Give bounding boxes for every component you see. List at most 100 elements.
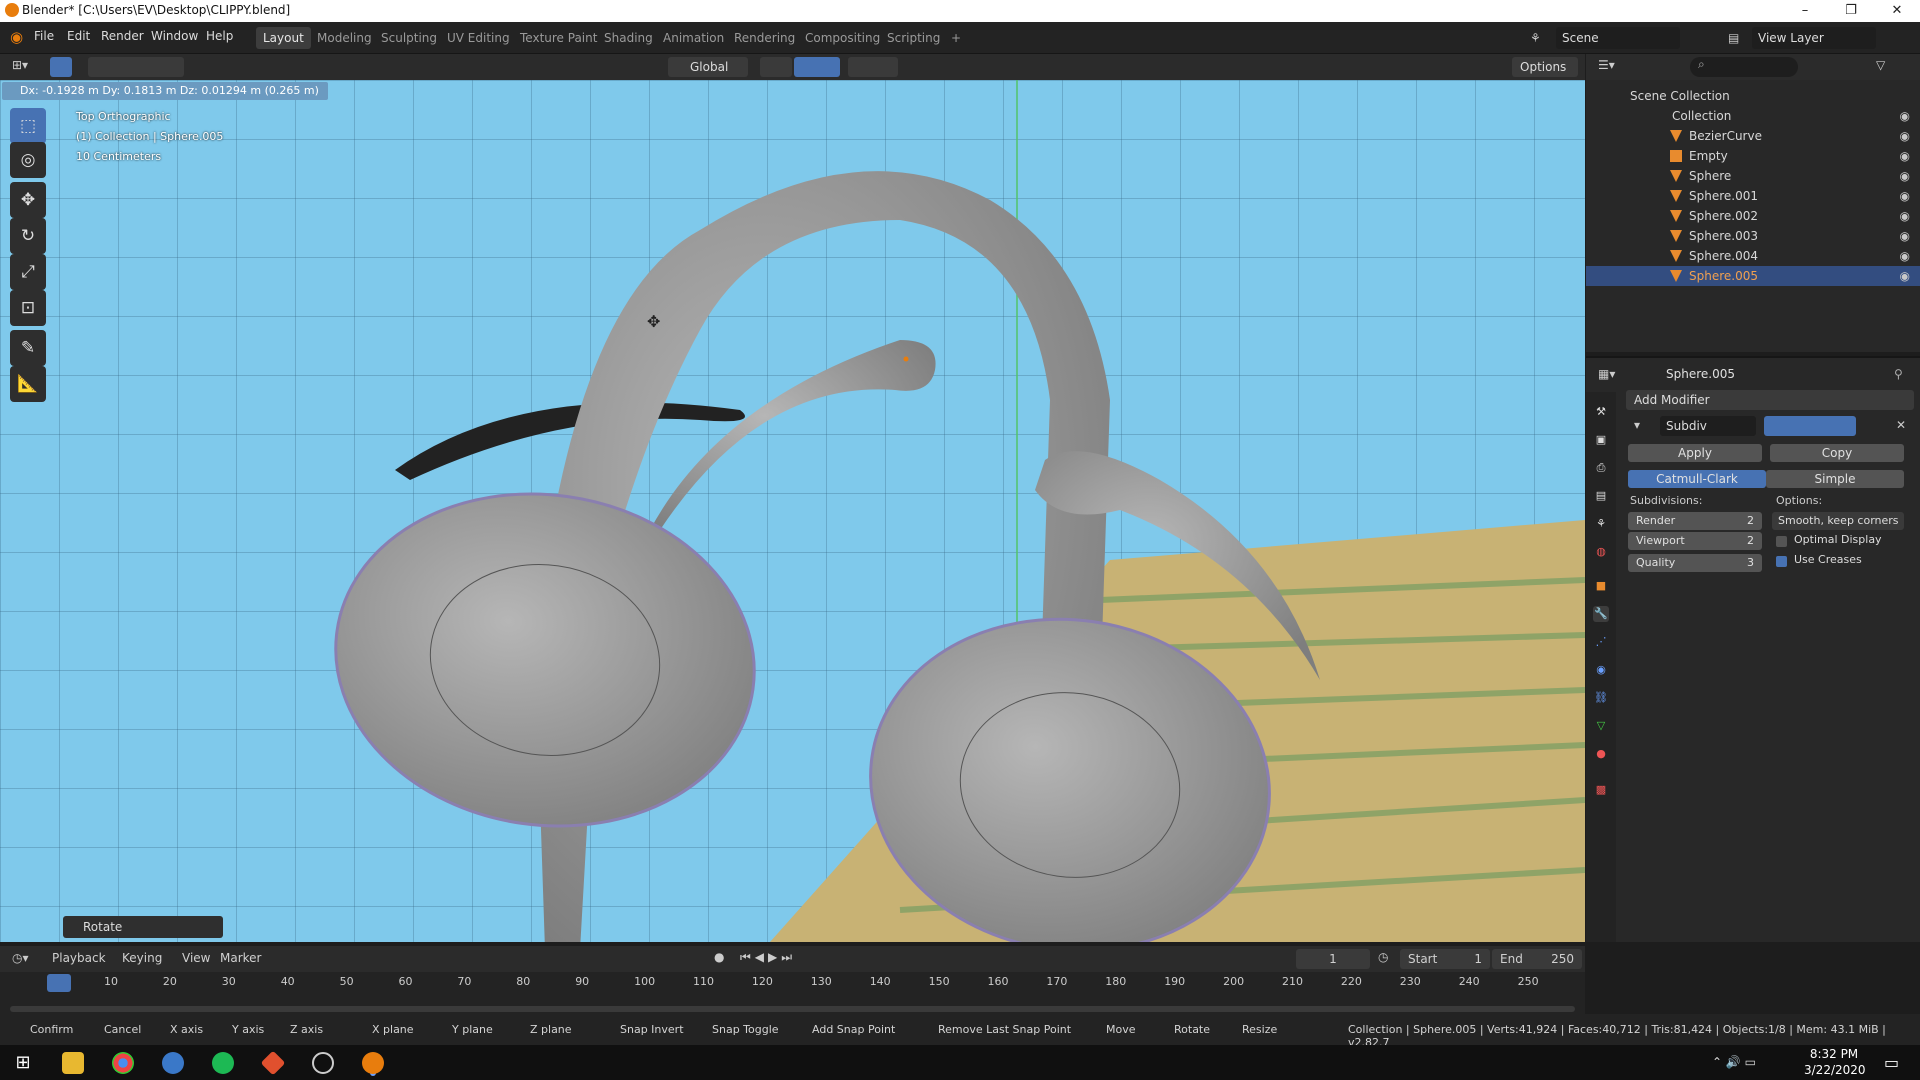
uv-smooth-dropdown[interactable]: Smooth, keep corners [1772,512,1904,530]
scene-field[interactable]: Scene [1556,27,1680,49]
menu-help[interactable]: Help [206,29,233,43]
app-icon[interactable] [260,1050,286,1076]
outliner-item[interactable]: Sphere.003 ◉ [1586,226,1920,246]
timeline-editor-icon[interactable]: ◷▾ [12,951,29,965]
data-tab-icon[interactable]: ▽ [1593,718,1609,734]
modifier-visibility-toggles[interactable] [1764,416,1856,436]
keying-menu[interactable]: Keying [122,951,162,965]
annotate-tool-icon[interactable]: ✎ [10,330,46,366]
record-icon[interactable]: ● [714,950,724,964]
quality-field[interactable]: Quality 3 [1628,554,1762,572]
marker-menu[interactable]: Marker [220,951,261,965]
outliner-editor-icon[interactable]: ☰▾ [1598,58,1615,72]
constraints-tab-icon[interactable]: ⛓ [1593,690,1609,706]
render-tab-icon[interactable]: ▣ [1593,432,1609,448]
select-tool-icon[interactable]: ⬚ [10,108,46,144]
last-operator-panel[interactable]: Rotate [63,916,223,938]
menu-file[interactable]: File [34,29,54,43]
catmull-clark-button[interactable]: Catmull-Clark [1628,470,1766,488]
end-frame-field[interactable]: End 250 [1492,949,1582,969]
particles-tab-icon[interactable]: ⋰ [1593,634,1609,650]
tab-uv-editing[interactable]: UV Editing [440,27,517,49]
notifications-icon[interactable]: ▭ [1884,1053,1899,1072]
start-frame-field[interactable]: Start 1 [1400,949,1490,969]
eye-icon[interactable]: ◉ [1900,206,1910,226]
app-icon[interactable] [162,1052,184,1074]
add-workspace-button[interactable]: + [944,27,968,49]
outliner-item[interactable]: BezierCurve ◉ [1586,126,1920,146]
editor-type-icon[interactable]: ⊞▾ [12,58,28,72]
blender-menu-icon[interactable]: ◉ [10,28,23,46]
transform-tool-icon[interactable]: ⊡ [10,290,46,326]
optimal-display-checkbox[interactable] [1776,536,1787,547]
render-levels-field[interactable]: Render 2 [1628,512,1762,530]
outliner-item-selected[interactable]: Sphere.005 ◉ [1586,266,1920,286]
playback-menu[interactable]: Playback [52,951,106,965]
tab-animation[interactable]: Animation [656,27,731,49]
pivot-icon[interactable] [760,57,792,77]
snap-icon[interactable] [794,57,840,77]
view-layer-field[interactable]: View Layer [1752,27,1876,49]
object-tab-icon[interactable]: ■ [1593,578,1609,594]
move-tool-icon[interactable]: ✥ [10,182,46,218]
spotify-icon[interactable] [212,1052,234,1074]
measure-tool-icon[interactable]: 📐 [10,366,46,402]
viewport-levels-field[interactable]: Viewport 2 [1628,532,1762,550]
3d-viewport[interactable]: ✥ Top Orthographic (1) Collection | Sphe… [0,80,1585,942]
timeline-scrollbar[interactable] [10,1006,1575,1012]
selection-mode-buttons[interactable] [88,57,184,77]
options-dropdown[interactable]: Options [1512,57,1578,77]
menu-window[interactable]: Window [151,29,198,43]
outliner-collection[interactable]: Collection ◉ [1586,106,1920,126]
pin-icon[interactable]: ⚲ [1894,367,1903,381]
minimize-button[interactable]: – [1782,0,1828,22]
outliner-item[interactable]: Sphere.002 ◉ [1586,206,1920,226]
remove-modifier-icon[interactable]: ✕ [1896,418,1906,432]
tab-sculpting[interactable]: Sculpting [374,27,444,49]
outliner-item[interactable]: Sphere ◉ [1586,166,1920,186]
eye-icon[interactable]: ◉ [1900,146,1910,166]
blender-taskbar-icon[interactable] [362,1052,384,1074]
current-frame-field[interactable]: 1 [1296,949,1370,969]
tab-rendering[interactable]: Rendering [727,27,802,49]
tab-modeling[interactable]: Modeling [310,27,379,49]
tool-tab-icon[interactable]: ⚒ [1593,404,1609,420]
cursor-tool-icon[interactable]: ◎ [10,142,46,178]
menu-render[interactable]: Render [101,29,144,43]
properties-editor-icon[interactable]: ▦▾ [1598,367,1615,381]
view-menu[interactable]: View [182,951,210,965]
eye-icon[interactable]: ◉ [1900,266,1910,286]
select-mode-icon[interactable] [50,57,72,77]
tab-shading[interactable]: Shading [597,27,660,49]
outliner-item[interactable]: Sphere.004 ◉ [1586,246,1920,266]
chrome-icon[interactable] [112,1052,134,1074]
copy-button[interactable]: Copy [1770,444,1904,462]
simple-button[interactable]: Simple [1766,470,1904,488]
tab-texture-paint[interactable]: Texture Paint [513,27,604,49]
use-creases-checkbox[interactable] [1776,556,1787,567]
eye-icon[interactable]: ◉ [1900,106,1910,126]
file-explorer-icon[interactable] [62,1052,84,1074]
tab-scripting[interactable]: Scripting [880,27,947,49]
playback-controls-icon[interactable]: ⏮◀▶⏭ [740,950,796,965]
physics-tab-icon[interactable]: ◉ [1593,662,1609,678]
modifier-name-field[interactable]: Subdiv [1660,416,1756,436]
filter-icon[interactable]: ▽ [1876,58,1885,72]
timeline-area[interactable]: 1102030405060708090100110120130140150160… [0,972,1585,1014]
outliner-item[interactable]: Sphere.001 ◉ [1586,186,1920,206]
outliner-item[interactable]: Empty ◉ [1586,146,1920,166]
close-button[interactable]: ✕ [1874,0,1920,22]
scene-tab-icon[interactable]: ⚘ [1593,516,1609,532]
material-tab-icon[interactable]: ● [1593,746,1609,762]
tab-layout[interactable]: Layout [256,27,311,49]
app-icon[interactable] [312,1052,334,1074]
scale-tool-icon[interactable]: ⤢ [10,254,46,290]
transform-orientation-dropdown[interactable]: Global [668,57,748,77]
tab-compositing[interactable]: Compositing [798,27,887,49]
eye-icon[interactable]: ◉ [1900,226,1910,246]
menu-edit[interactable]: Edit [67,29,90,43]
playhead[interactable] [47,974,71,992]
apply-button[interactable]: Apply [1628,444,1762,462]
view-layer-tab-icon[interactable]: ▤ [1593,488,1609,504]
eye-icon[interactable]: ◉ [1900,246,1910,266]
